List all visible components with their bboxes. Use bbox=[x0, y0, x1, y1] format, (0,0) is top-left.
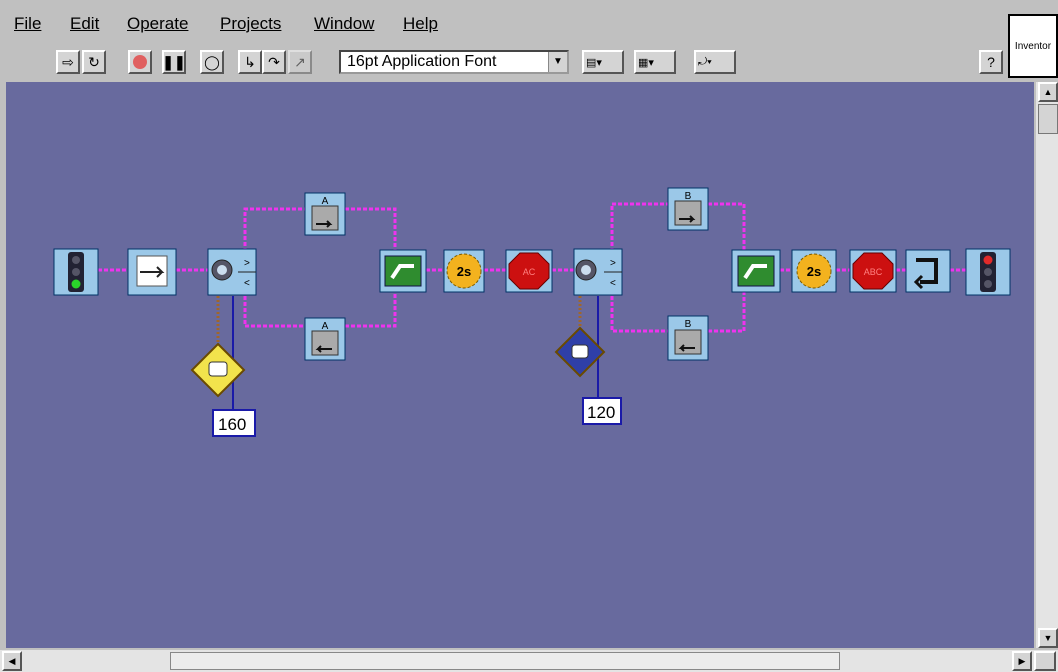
stop-sign-icon[interactable]: ABC bbox=[849, 249, 897, 293]
horizontal-scroll-thumb[interactable] bbox=[170, 652, 840, 670]
fork-merge-icon[interactable] bbox=[379, 249, 427, 293]
sensor-wires bbox=[216, 296, 599, 410]
scroll-left-icon[interactable]: ◀ bbox=[2, 651, 22, 671]
svg-text:ABC: ABC bbox=[864, 267, 883, 277]
motor-b-lower-icon[interactable]: B bbox=[667, 315, 709, 361]
svg-text:<: < bbox=[610, 278, 616, 289]
motor-a-upper-icon[interactable]: A bbox=[304, 192, 346, 236]
vertical-scrollbar[interactable]: ▲ ▼ bbox=[1036, 82, 1058, 648]
light-sensor-yellow-icon[interactable] bbox=[190, 342, 246, 398]
light-sensor-fork-icon[interactable]: > < bbox=[573, 248, 623, 296]
scroll-down-icon[interactable]: ▼ bbox=[1038, 628, 1058, 648]
svg-text:<: < bbox=[244, 278, 250, 289]
svg-text:A: A bbox=[322, 321, 329, 332]
svg-text:160: 160 bbox=[218, 415, 246, 434]
light-sensor-fork-icon[interactable]: > < bbox=[207, 248, 257, 296]
light-sensor-blue-icon[interactable] bbox=[554, 326, 606, 378]
svg-text:B: B bbox=[685, 319, 692, 330]
start-traffic-light-icon[interactable] bbox=[53, 248, 99, 296]
block-diagram: > < A A 2s AC > < B B 2s ABC 160 120 bbox=[53, 187, 1011, 437]
wait-timer-icon[interactable]: 2s bbox=[443, 249, 485, 293]
wait-timer-icon[interactable]: 2s bbox=[791, 249, 837, 293]
motor-a-lower-icon[interactable]: A bbox=[304, 317, 346, 361]
svg-text:120: 120 bbox=[587, 403, 615, 422]
svg-text:B: B bbox=[685, 191, 692, 202]
threshold-constant-120[interactable]: 120 bbox=[582, 397, 622, 425]
scroll-right-icon[interactable]: ▶ bbox=[1012, 651, 1032, 671]
output-block-icon[interactable] bbox=[127, 248, 177, 296]
fork-merge-icon[interactable] bbox=[731, 249, 781, 293]
resize-grip-icon[interactable] bbox=[1034, 651, 1056, 671]
main-window: File Edit Operate Projects Window Help ⇨… bbox=[0, 0, 1058, 672]
svg-text:AC: AC bbox=[523, 267, 536, 277]
motor-b-upper-icon[interactable]: B bbox=[667, 187, 709, 231]
jump-icon[interactable] bbox=[905, 249, 951, 293]
svg-text:>: > bbox=[244, 258, 250, 269]
svg-text:>: > bbox=[610, 258, 616, 269]
svg-text:2s: 2s bbox=[807, 264, 821, 279]
svg-text:2s: 2s bbox=[457, 264, 471, 279]
vertical-scroll-thumb[interactable] bbox=[1038, 104, 1058, 134]
threshold-constant-160[interactable]: 160 bbox=[212, 409, 256, 437]
scroll-up-icon[interactable]: ▲ bbox=[1038, 82, 1058, 102]
svg-text:A: A bbox=[322, 196, 329, 207]
stop-sign-icon[interactable]: AC bbox=[505, 249, 553, 293]
horizontal-scrollbar[interactable]: ◀ ▶ bbox=[0, 650, 1058, 672]
end-traffic-light-icon[interactable] bbox=[965, 248, 1011, 296]
